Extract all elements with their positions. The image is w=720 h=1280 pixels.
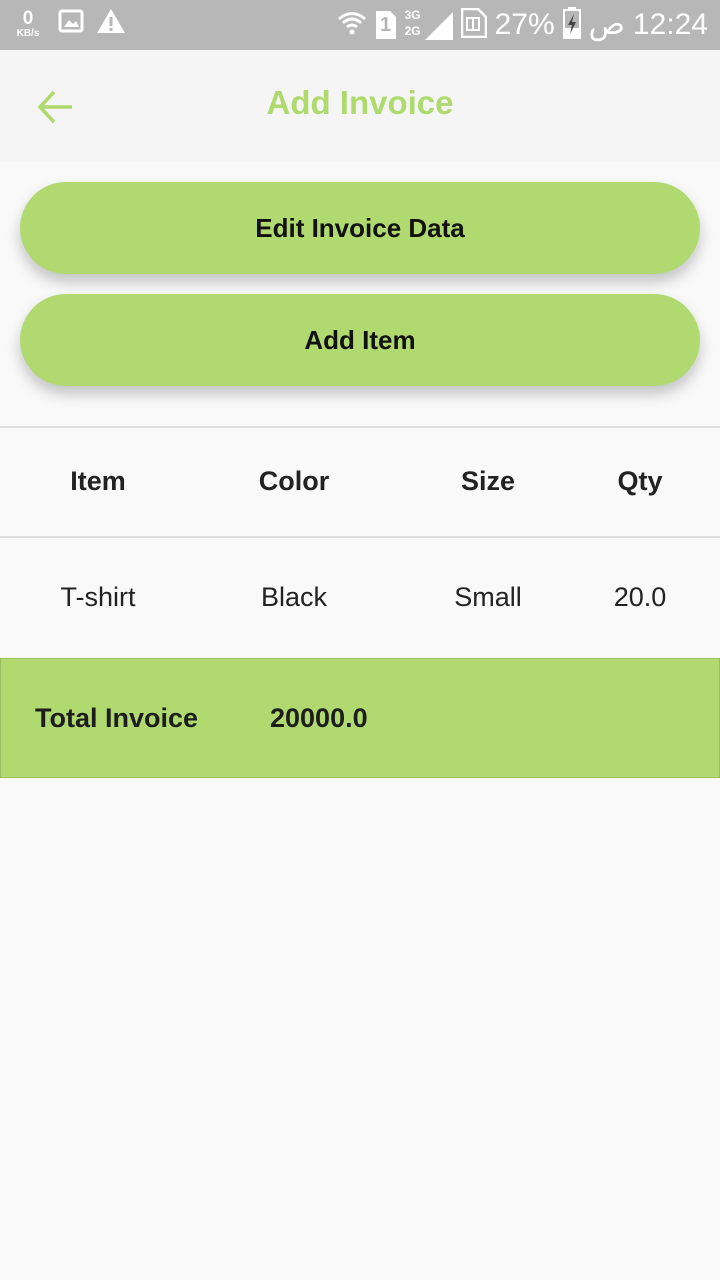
cell-item: T-shirt: [60, 582, 136, 612]
total-invoice-value: 20000.0: [270, 703, 368, 733]
net-type-top: 3G: [404, 8, 421, 22]
edit-invoice-data-button[interactable]: Edit Invoice Data: [20, 182, 700, 274]
net-speed-value: 0: [22, 7, 34, 29]
column-header-qty: Qty: [617, 466, 663, 496]
net-type-bottom: 2G: [404, 24, 421, 38]
signal-icon: 3G 2G: [405, 8, 453, 42]
sim-card-icon: [460, 7, 487, 43]
battery-percent: 27%: [494, 8, 555, 41]
warning-icon: [96, 8, 126, 39]
app-bar: Add Invoice: [0, 50, 720, 162]
cell-size: Small: [454, 582, 522, 612]
net-speed-unit: KB/s: [16, 27, 40, 39]
status-bar: 0 KB/s 1 3G 2G 27% ص 12:24: [0, 0, 720, 50]
clock: 12:24: [632, 8, 708, 41]
wifi-icon: [337, 8, 367, 43]
column-header-item: Item: [70, 466, 126, 496]
sim-slot-number: 1: [380, 14, 392, 36]
table-header-divider: [0, 536, 720, 538]
image-icon: [58, 8, 84, 39]
status-bar-left: 0 KB/s: [10, 8, 126, 39]
sim-icon: 1: [375, 10, 397, 40]
cell-qty: 20.0: [613, 582, 667, 612]
battery-charging-icon: [562, 6, 581, 44]
am-pm-indicator: ص: [588, 8, 625, 41]
net-speed-indicator: 0 KB/s: [10, 9, 46, 39]
cell-color: Black: [260, 582, 328, 612]
total-invoice-label: Total Invoice: [35, 703, 199, 733]
add-item-button[interactable]: Add Item: [20, 294, 700, 386]
page-title: Add Invoice: [266, 84, 454, 121]
status-bar-right: 1 3G 2G 27% ص 12:24: [337, 6, 708, 44]
column-header-size: Size: [460, 466, 516, 496]
column-header-color: Color: [258, 466, 330, 496]
table-top-divider: [0, 426, 720, 428]
total-invoice-bar: Total Invoice 20000.0: [0, 658, 720, 778]
